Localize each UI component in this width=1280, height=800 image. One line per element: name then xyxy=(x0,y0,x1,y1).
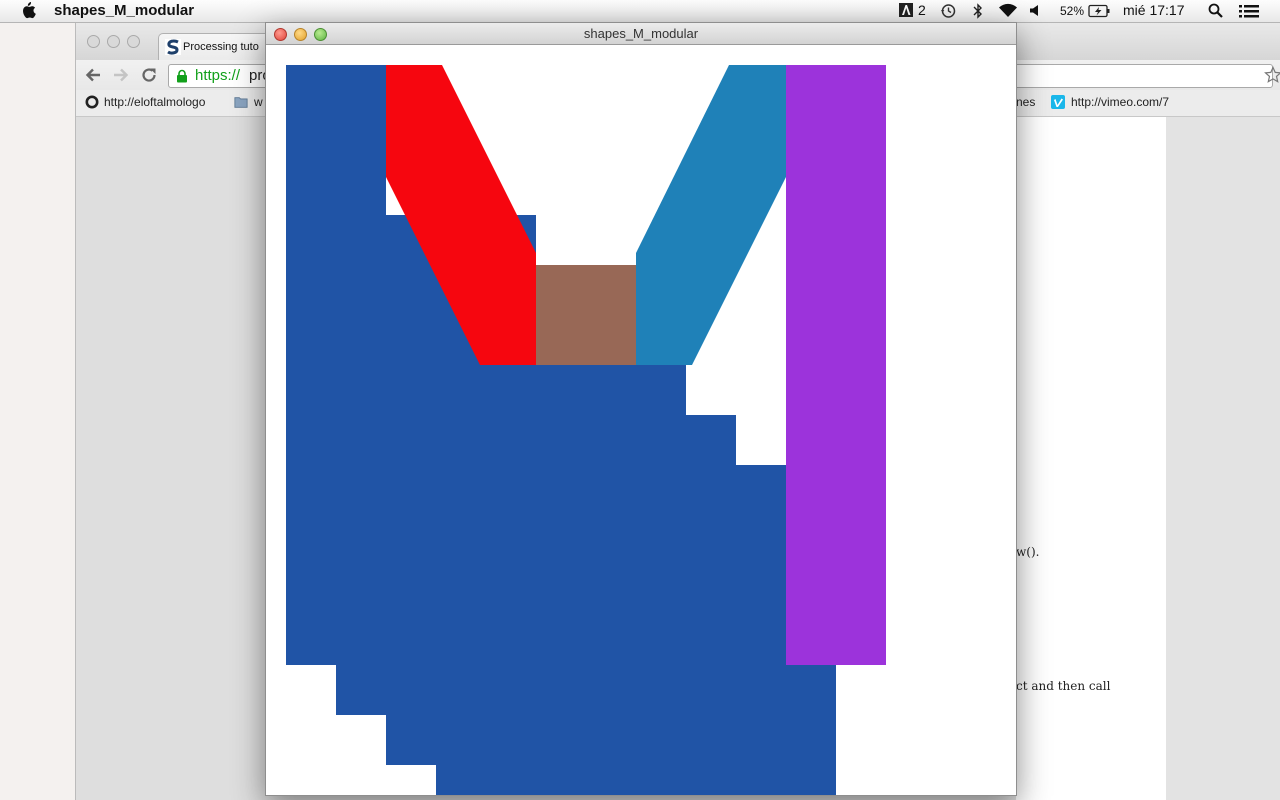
sketch-titlebar[interactable]: shapes_M_modular xyxy=(266,23,1016,45)
folder-icon xyxy=(234,97,248,108)
browser-side-gutter xyxy=(1166,117,1280,800)
bookmark-star-icon[interactable] xyxy=(1264,66,1280,84)
time-machine-icon[interactable] xyxy=(940,3,956,19)
sketch-window[interactable]: shapes_M_modular xyxy=(265,22,1017,796)
sketch-canvas[interactable] xyxy=(266,45,1016,795)
lock-icon xyxy=(177,69,187,83)
webpage-content: w(). ct and then call xyxy=(1016,117,1166,800)
battery-percentage: 52% xyxy=(1060,4,1085,18)
wifi-icon[interactable] xyxy=(998,3,1018,18)
url-scheme: https:// xyxy=(195,67,241,84)
app-name[interactable]: shapes_M_modular xyxy=(54,2,194,19)
vimeo-icon xyxy=(1051,95,1065,109)
tab-label: Processing tuto xyxy=(183,41,259,53)
volume-icon[interactable] xyxy=(1029,4,1041,17)
opera-icon xyxy=(85,95,99,109)
adobe-icon[interactable] xyxy=(899,3,913,17)
bookmark-folder[interactable]: w xyxy=(254,95,263,109)
adobe-update-count: 2 xyxy=(918,2,926,18)
browser-close-button[interactable] xyxy=(87,35,100,48)
forward-arrow-icon[interactable] xyxy=(112,66,130,84)
brown-square-shape xyxy=(536,265,636,365)
purple-bar-shape xyxy=(786,65,886,665)
battery-icon[interactable] xyxy=(1088,4,1110,18)
sketch-title: shapes_M_modular xyxy=(583,26,699,41)
clock[interactable]: mié 17:17 xyxy=(1123,2,1184,18)
browser-zoom-button[interactable] xyxy=(127,35,140,48)
browser-minimize-button[interactable] xyxy=(107,35,120,48)
menu-bar: shapes_M_modular 2 52% mié 17:17 xyxy=(0,0,1280,23)
page-text-fragment: ct and then call xyxy=(1016,679,1111,693)
bluetooth-icon[interactable] xyxy=(973,3,983,19)
bookmark-item[interactable]: nes xyxy=(1016,95,1035,109)
apple-icon[interactable] xyxy=(20,1,36,19)
bookmark-item[interactable]: http://eloftalmologo xyxy=(104,95,205,109)
notification-list-icon[interactable] xyxy=(1239,4,1259,19)
back-arrow-icon[interactable] xyxy=(84,66,102,84)
processing-favicon-icon xyxy=(165,39,181,55)
reload-icon[interactable] xyxy=(140,66,158,84)
bookmark-item[interactable]: http://vimeo.com/7 xyxy=(1071,95,1169,109)
page-text-fragment: w(). xyxy=(1016,545,1040,559)
desktop-background xyxy=(0,23,75,800)
spotlight-search-icon[interactable] xyxy=(1208,3,1223,18)
